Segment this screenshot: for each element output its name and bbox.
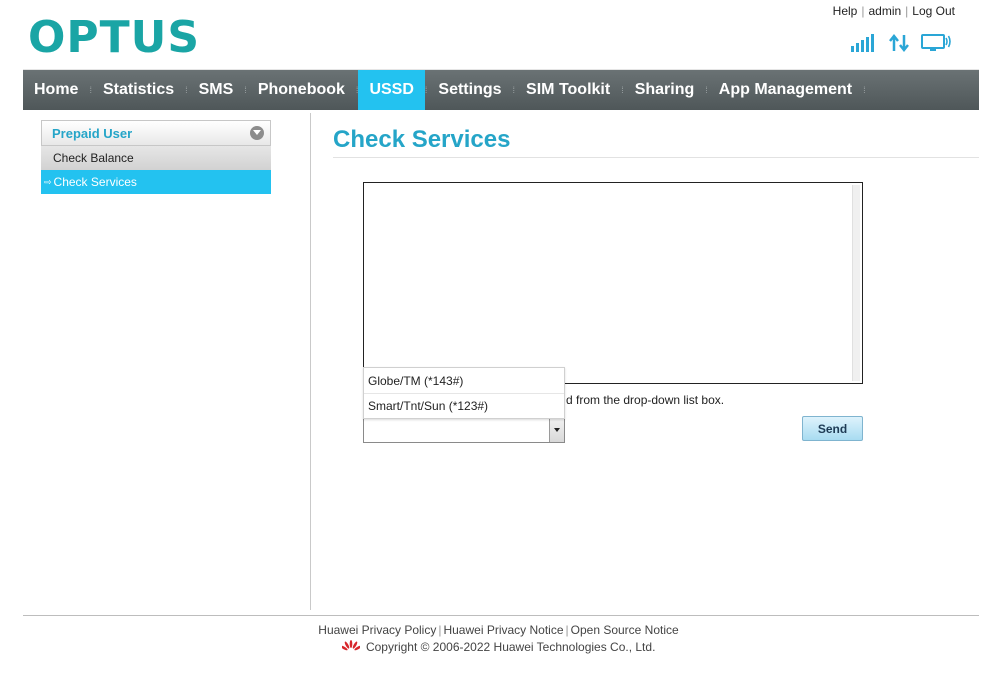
- ussd-dropdown-list: Globe/TM (*143#) Smart/Tnt/Sun (*123#): [363, 367, 565, 419]
- nav-settings[interactable]: Settings: [427, 70, 512, 110]
- computer-connection-icon: [921, 34, 951, 51]
- content-divider: [310, 113, 311, 610]
- optus-logo: OPTUS: [28, 12, 201, 63]
- status-icons: [851, 34, 951, 52]
- top-link-separator: |: [905, 4, 909, 18]
- footer-links: Huawei Privacy Policy | Huawei Privacy Not…: [0, 623, 997, 637]
- nav-home[interactable]: Home: [23, 70, 89, 110]
- privacy-policy-link[interactable]: Huawei Privacy Policy: [318, 623, 436, 637]
- dropdown-option-globe-tm[interactable]: Globe/TM (*143#): [364, 368, 564, 393]
- nav-ussd[interactable]: USSD: [358, 70, 425, 110]
- signal-strength-icon: [851, 34, 874, 52]
- data-transfer-icon: [889, 34, 909, 52]
- nav-separator: ⁞: [863, 85, 866, 95]
- copyright-text: Copyright © 2006-2022 Huawei Technologie…: [365, 640, 656, 654]
- nav-sim-toolkit[interactable]: SIM Toolkit: [515, 70, 621, 110]
- nav-statistics[interactable]: Statistics: [92, 70, 185, 110]
- ussd-response-textarea[interactable]: [363, 182, 863, 384]
- ussd-command-select[interactable]: [363, 417, 565, 443]
- arrow-right-icon: ⇨: [44, 176, 52, 187]
- nav-phonebook[interactable]: Phonebook: [247, 70, 356, 110]
- sidebar-item-label: Check Services: [53, 175, 137, 189]
- sidebar-group-label: Prepaid User: [52, 125, 133, 141]
- nav-sms[interactable]: SMS: [188, 70, 245, 110]
- footer-divider: [23, 615, 979, 616]
- huawei-logo-icon: [340, 640, 362, 651]
- sidebar-item-check-balance[interactable]: Check Balance: [41, 146, 271, 170]
- chevron-down-icon[interactable]: [549, 418, 564, 442]
- page-title: Check Services: [333, 126, 511, 153]
- dropdown-option-smart-tnt-sun[interactable]: Smart/Tnt/Sun (*123#): [364, 393, 564, 418]
- nav-app-management[interactable]: App Management: [708, 70, 863, 110]
- privacy-notice-link[interactable]: Huawei Privacy Notice: [443, 623, 563, 637]
- title-divider: [333, 157, 979, 158]
- send-button[interactable]: Send: [802, 416, 863, 441]
- top-link-separator: |: [861, 4, 865, 18]
- open-source-notice-link[interactable]: Open Source Notice: [571, 623, 679, 637]
- collapse-icon[interactable]: [250, 126, 264, 140]
- sidebar-item-check-services[interactable]: ⇨ Check Services: [41, 170, 271, 194]
- nav-sharing[interactable]: Sharing: [624, 70, 706, 110]
- sidebar: Prepaid User Check Balance ⇨ Check Servi…: [41, 120, 271, 194]
- help-link[interactable]: Help: [833, 4, 858, 18]
- select-hint-text: d from the drop-down list box.: [566, 393, 725, 407]
- sidebar-group-prepaid-user[interactable]: Prepaid User: [41, 120, 271, 146]
- copyright: Copyright © 2006-2022 Huawei Technologie…: [0, 640, 997, 654]
- textarea-scrollbar[interactable]: [852, 185, 860, 381]
- footer-separator: |: [438, 623, 442, 637]
- logout-link[interactable]: Log Out: [912, 4, 955, 18]
- admin-user-link[interactable]: admin: [868, 4, 901, 18]
- footer-separator: |: [565, 623, 569, 637]
- main-navigation: Home ⁞ Statistics ⁞ SMS ⁞ Phonebook ⁞ US…: [23, 69, 979, 110]
- top-links: Help | admin | Log Out: [833, 4, 955, 18]
